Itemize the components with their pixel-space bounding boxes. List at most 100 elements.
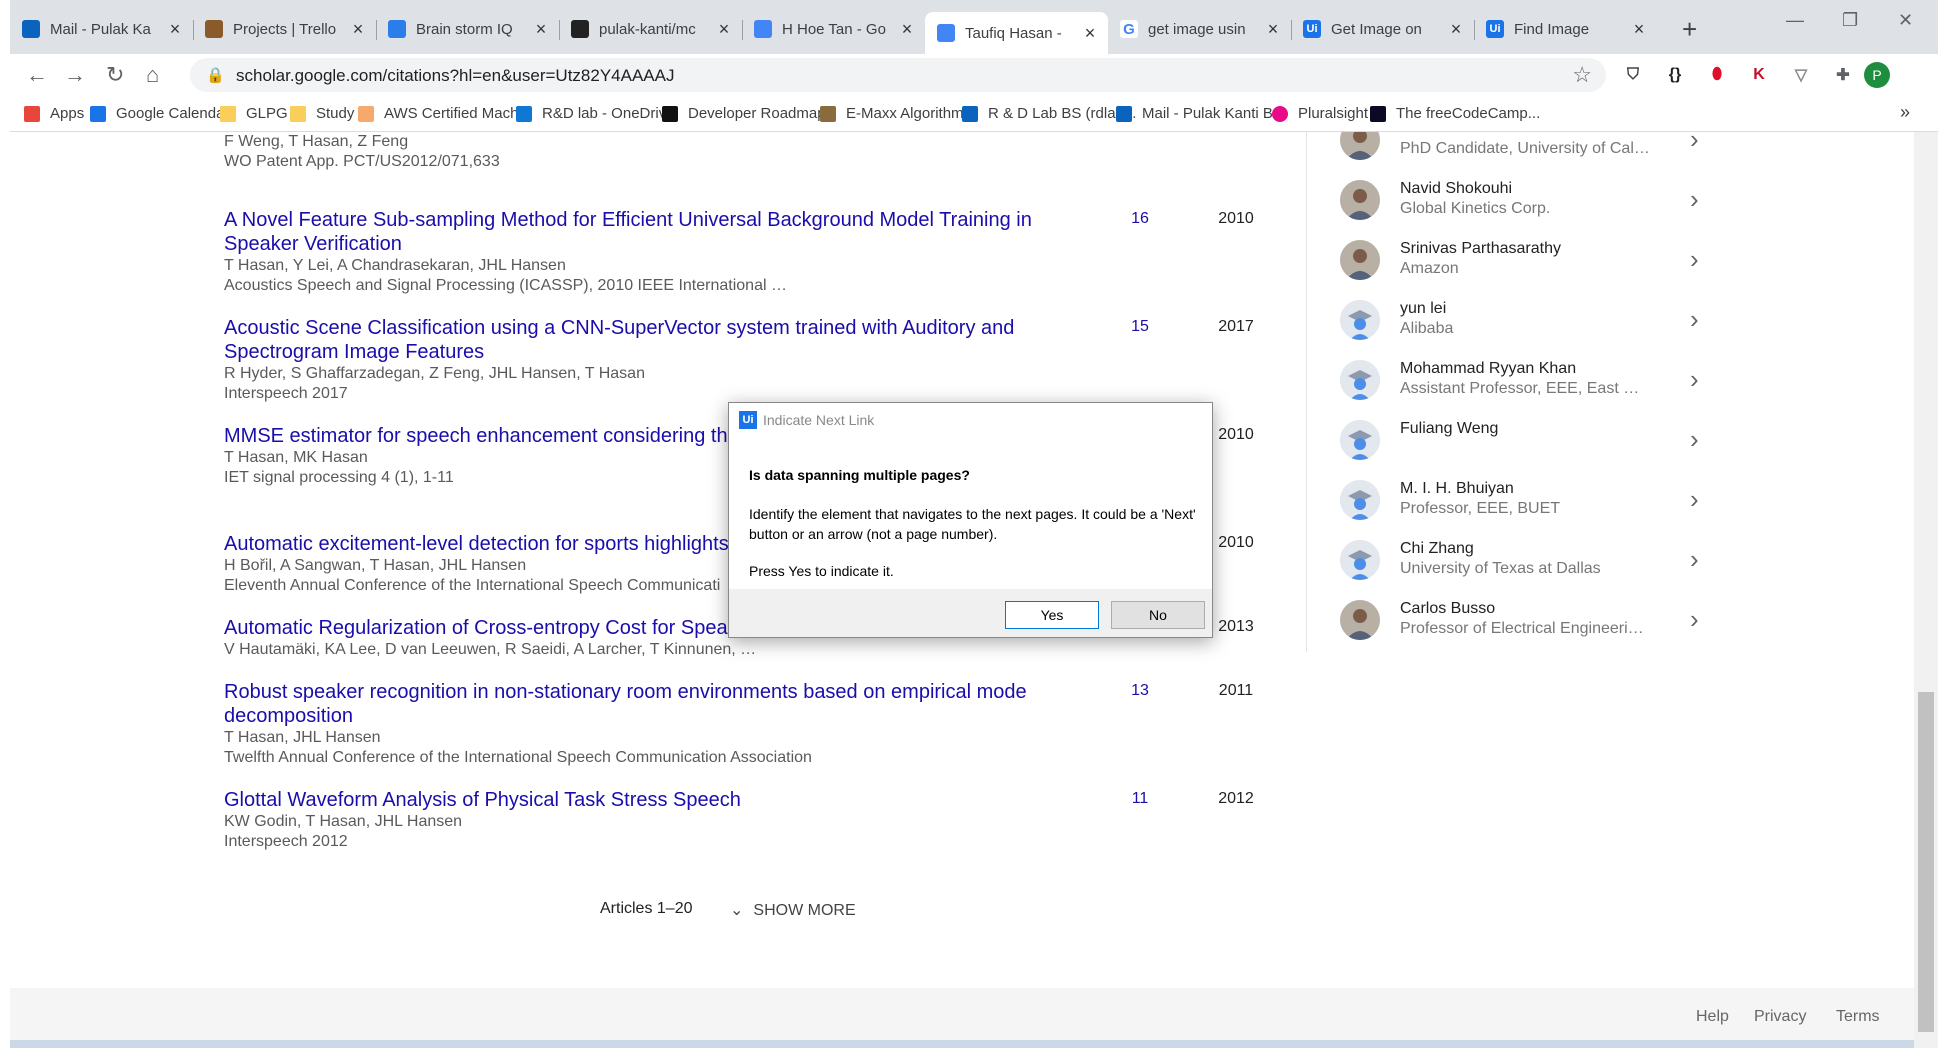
bookmark-item[interactable]: R&D lab - OneDrive [516, 105, 675, 122]
coauthor-item[interactable]: Fuliang Weng › [1340, 420, 1740, 474]
extensions-puzzle-icon[interactable]: ✚ [1832, 64, 1854, 86]
bookmark-item[interactable]: Study [290, 105, 354, 122]
address-bar[interactable]: 🔒 scholar.google.com/citations?hl=en&use… [190, 58, 1606, 92]
bookmark-item[interactable]: Mail - Pulak Kanti B... [1116, 105, 1285, 122]
maximize-button[interactable]: ❐ [1842, 10, 1858, 31]
bookmark-item[interactable]: Pluralsight [1272, 105, 1368, 122]
back-icon[interactable]: ← [26, 62, 48, 88]
tab-close-icon[interactable]: × [714, 19, 734, 40]
browser-window: + — ❐ ✕ Mail - Pulak Ka × Projects | Trell… [0, 0, 1938, 1048]
no-button[interactable]: No [1111, 601, 1205, 629]
tab-close-icon[interactable]: × [897, 19, 917, 40]
tab-1[interactable]: Projects | Trello × [193, 12, 376, 46]
article-year: 2010 [1218, 210, 1254, 227]
url-text[interactable]: scholar.google.com/citations?hl=en&user=… [236, 66, 674, 86]
profile-avatar[interactable]: P [1864, 62, 1890, 88]
tab-title: Projects | Trello [233, 20, 337, 38]
show-more-button[interactable]: ⌄ SHOW MORE [730, 900, 856, 920]
new-tab-button[interactable]: + [1682, 14, 1697, 45]
bookmark-item[interactable]: E-Maxx Algorithms [820, 105, 971, 122]
article-title-link[interactable]: Robust speaker recognition in non-statio… [224, 680, 1084, 728]
bookmark-item[interactable]: Developer Roadmaps [662, 105, 833, 122]
bookmarks-overflow-icon[interactable]: » [1900, 102, 1910, 123]
chevron-right-icon: › [1690, 244, 1699, 274]
tab-close-icon[interactable]: × [165, 19, 185, 40]
coauthor-item[interactable]: M. I. H. Bhuiyan Professor, EEE, BUET › [1340, 480, 1740, 534]
extension-k-icon[interactable]: K [1748, 64, 1770, 86]
dialog-description: Identify the element that navigates to t… [749, 506, 1196, 542]
tab-title: Find Image [1514, 20, 1590, 38]
article-title-link[interactable]: Acoustic Scene Classification using a CN… [224, 316, 1084, 364]
coauthor-item[interactable]: Chi Zhang University of Texas at Dallas › [1340, 540, 1740, 594]
coauthor-affiliation: Alibaba [1400, 320, 1454, 337]
bookmark-item[interactable]: AWS Certified Mach... [358, 105, 531, 122]
tab-2[interactable]: Brain storm IQ × [376, 12, 559, 46]
article-title-link[interactable]: Glottal Waveform Analysis of Physical Ta… [224, 788, 1084, 812]
calendar-icon [90, 105, 106, 122]
article-authors: V Hautamäki, KA Lee, D van Leeuwen, R Sa… [224, 641, 757, 658]
bookmark-label: GLPG [246, 105, 288, 122]
tab-4[interactable]: H Hoe Tan - Go × [742, 12, 925, 46]
outlook-icon [1116, 105, 1132, 122]
tab-close-icon[interactable]: × [1446, 19, 1466, 40]
article-authors: T Hasan, JHL Hansen [224, 729, 381, 746]
coauthor-name: yun lei [1400, 300, 1447, 317]
extension-shield-icon[interactable]: ⛉ [1622, 64, 1644, 86]
article-title-link[interactable]: A Novel Feature Sub-sampling Method for … [224, 208, 1084, 256]
coauthor-affiliation: Amazon [1400, 260, 1459, 277]
footer-terms-link[interactable]: Terms [1836, 1008, 1880, 1026]
bookmark-item[interactable]: The freeCodeCamp... [1370, 105, 1540, 122]
tab-close-icon[interactable]: × [1629, 19, 1649, 40]
cited-by-count[interactable]: 13 [1110, 682, 1170, 700]
tab-close-icon[interactable]: × [348, 19, 368, 40]
coauthor-name: Chi Zhang [1400, 540, 1474, 557]
footer-privacy-link[interactable]: Privacy [1754, 1008, 1806, 1026]
close-window-button[interactable]: ✕ [1898, 10, 1913, 31]
bookmark-label: E-Maxx Algorithms [846, 105, 972, 122]
coauthor-item[interactable]: Navid Shokouhi Global Kinetics Corp. › [1340, 180, 1740, 234]
footer-help-link[interactable]: Help [1696, 1008, 1729, 1026]
coauthor-item[interactable]: Srinivas Parthasarathy Amazon › [1340, 240, 1740, 294]
bookmark-item[interactable]: R & D Lab BS (rdlab... [962, 105, 1136, 122]
tab-3[interactable]: pulak-kanti/mc × [559, 12, 742, 46]
tab-5[interactable]: Taufiq Hasan - × [925, 12, 1108, 54]
scrollbar[interactable] [1914, 132, 1938, 1048]
cited-by-count[interactable]: 11 [1110, 790, 1170, 808]
reload-icon[interactable]: ↻ [106, 62, 124, 88]
tab-close-icon[interactable]: × [1263, 19, 1283, 40]
bookmark-star-icon[interactable]: ☆ [1572, 62, 1592, 88]
scrollbar-thumb[interactable] [1918, 692, 1934, 1032]
minimize-button[interactable]: — [1786, 10, 1804, 31]
tab-8[interactable]: Ui Find Image × [1474, 12, 1657, 46]
tab-title: Brain storm IQ [416, 20, 513, 38]
article-authors: T Hasan, Y Lei, A Chandrasekaran, JHL Ha… [224, 257, 566, 274]
lock-icon[interactable]: 🔒 [206, 66, 225, 84]
tab-7[interactable]: Ui Get Image on × [1291, 12, 1474, 46]
forward-icon[interactable]: → [64, 62, 86, 88]
article-venue: Acoustics Speech and Signal Processing (… [224, 277, 787, 294]
tab-close-icon[interactable]: × [531, 19, 551, 40]
extension-opera-icon[interactable]: ⬮ [1706, 64, 1728, 86]
coauthor-affiliation: Professor of Electrical Engineeri… [1400, 620, 1644, 637]
trello-icon [962, 105, 978, 122]
coauthor-item[interactable]: PhD Candidate, University of Cal… › [1340, 132, 1740, 174]
coauthor-avatar [1340, 420, 1380, 460]
yes-button[interactable]: Yes [1005, 601, 1099, 629]
tab-6[interactable]: Gget image usin × [1108, 12, 1291, 46]
tab-title: Mail - Pulak Ka [50, 20, 151, 38]
tab-0[interactable]: Mail - Pulak Ka × [10, 12, 193, 46]
coauthor-affiliation: Global Kinetics Corp. [1400, 200, 1551, 217]
home-icon[interactable]: ⌂ [146, 62, 159, 88]
bookmark-item[interactable]: Google Calendar [90, 105, 229, 122]
tab-close-icon[interactable]: × [1080, 23, 1100, 44]
cited-by-count[interactable]: 15 [1110, 318, 1170, 336]
cited-by-count[interactable]: 16 [1110, 210, 1170, 228]
extension-badge-icon[interactable]: ▽ [1790, 64, 1812, 86]
coauthor-item[interactable]: Carlos Busso Professor of Electrical Engi… [1340, 600, 1740, 654]
bookmark-item[interactable]: GLPG [220, 105, 288, 122]
coauthor-item[interactable]: yun lei Alibaba › [1340, 300, 1740, 354]
tab-title: Get Image on [1331, 20, 1422, 38]
bookmark-item[interactable]: Apps [24, 105, 84, 122]
coauthor-item[interactable]: Mohammad Ryyan Khan Assistant Professor, … [1340, 360, 1740, 414]
extension-braces-icon[interactable]: {} [1664, 64, 1686, 86]
